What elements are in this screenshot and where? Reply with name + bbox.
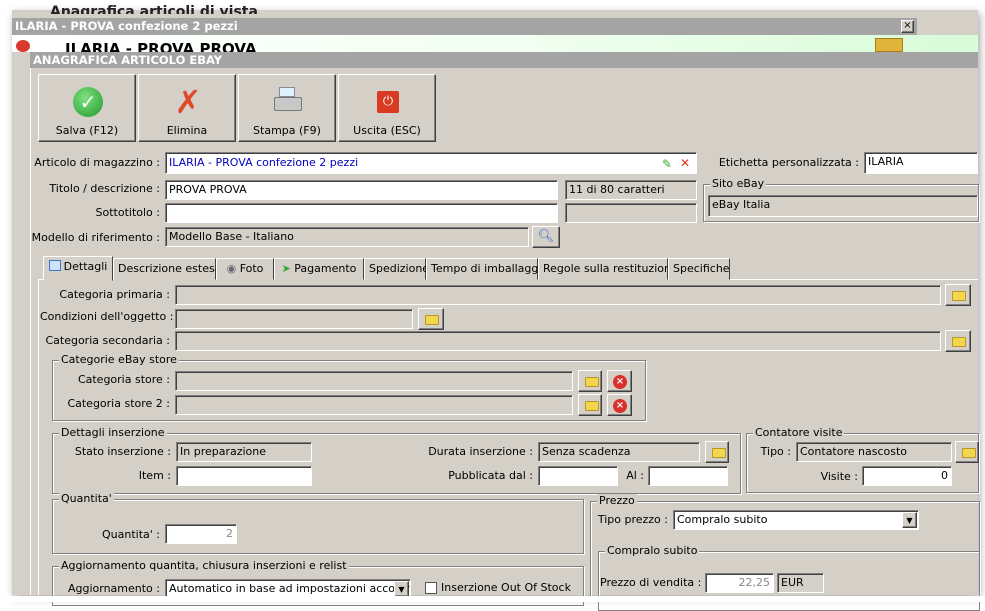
tipo-browse-button[interactable] [955,441,979,463]
folder-icon [712,448,726,458]
cat-secondaria-label: Categoria secondaria : [45,334,170,347]
titolo-counter: 11 di 80 caratteri [565,180,697,200]
pubblicata-input[interactable] [538,466,618,486]
cat-secondaria-field [175,331,941,351]
al-input[interactable] [648,466,728,486]
edit-pencil-icon[interactable]: ✎ [662,155,672,173]
pubblicata-label: Pubblicata dal : [448,469,533,482]
tab-foto[interactable]: ◉ Foto [216,258,274,280]
condizioni-field [175,309,413,329]
window-title: ANAGRAFICA ARTICOLO EBAY [33,53,223,67]
visite-input[interactable]: 0 [862,466,952,486]
durata-field: Senza scadenza [538,442,700,462]
search-icon: 🔍︎ [537,229,555,244]
window-titlebar: ANAGRAFICA ARTICOLO EBAY [30,52,978,68]
folder-icon [585,377,599,387]
chevron-down-icon[interactable]: ▼ [902,512,917,528]
folder-icon [952,337,966,347]
outer-window-title: ILARIA - PROVA confezione 2 pezzi [15,19,238,33]
etichetta-input[interactable]: ILARIA [864,152,978,174]
modello-label: Modello di riferimento : [31,231,160,244]
prezzo-vendita-label: Prezzo di vendita : [600,576,702,589]
condizioni-label: Condizioni dell'oggetto : [40,310,174,323]
cat-store-browse-button[interactable] [578,370,602,392]
durata-browse-button[interactable] [705,441,729,463]
valuta-field: EUR [777,573,824,593]
folder-icon [425,315,439,325]
strawberry-icon [16,40,30,52]
out-of-stock-checkbox[interactable] [425,582,437,594]
save-button[interactable]: ✓ Salva (F12) [38,74,136,142]
printer-icon [273,87,303,117]
tab-spedizione[interactable]: Spedizione [364,258,429,280]
cat-store-field [175,371,573,391]
bottom-edge [0,596,985,602]
cat-store-label: Categoria store : [77,373,170,386]
modello-field: Modello Base - Italiano [165,227,529,247]
checkmark-icon: ✓ [73,87,103,117]
power-icon: ⏻ [377,91,399,113]
chevron-down-icon[interactable]: ▼ [394,581,409,597]
sottotitolo-input[interactable] [165,203,558,223]
etichetta-label: Etichetta personalizzata : [718,156,859,169]
al-label: Al : [626,469,644,482]
tab-tempo-imballaggio[interactable]: Tempo di imballaggio [426,258,548,280]
remove-icon: × [613,375,627,389]
visite-label: Visite : [820,470,858,483]
stato-field: In preparazione [176,442,312,462]
delete-x-icon: ✗ [174,83,202,121]
item-input[interactable] [176,466,312,486]
tab-pagamento[interactable]: ➤ Pagamento [274,258,364,280]
cat-store2-clear-button[interactable]: × [607,394,632,416]
calendar-icon [48,260,61,271]
item-label: Item : [138,469,171,482]
tipo-prezzo-label: Tipo prezzo : [597,513,668,526]
cat-primaria-label: Categoria primaria : [59,288,170,301]
titolo-label: Titolo / descrizione : [49,182,160,195]
folder-icon [962,448,976,458]
outer-window-titlebar: ILARIA - PROVA confezione 2 pezzi [12,18,917,35]
durata-label: Durata inserzione : [428,445,533,458]
clear-x-icon[interactable]: ✕ [680,154,690,172]
cat-secondaria-browse-button[interactable] [945,330,971,352]
articolo-field[interactable]: ILARIA - PROVA confezione 2 pezzi ✎ ✕ [165,152,697,174]
camera-icon: ◉ [226,262,240,275]
articolo-label: Articolo di magazzino : [34,156,160,169]
cat-primaria-browse-button[interactable] [945,284,971,306]
tipo-field: Contatore nascosto [796,442,952,462]
cat-store-clear-button[interactable]: × [607,370,632,392]
cat-store2-field [175,395,573,415]
tab-regole-restituzione[interactable]: Regole sulla restituzione [538,258,678,280]
print-button[interactable]: Stampa (F9) [238,74,336,142]
back-window-title: Anagrafica articoli di vista [50,4,258,14]
payment-icon: ➤ [281,262,295,275]
folder-icon [585,401,599,411]
box-icon [875,38,903,52]
stato-label: Stato inserzione : [74,445,171,458]
exit-button[interactable]: ⏻ Uscita (ESC) [338,74,436,142]
tab-descrizione[interactable]: Descrizione estesa [113,258,221,280]
back-window-subtitle: ILARIA - PROVA PROVA [65,40,257,52]
sottotitolo-label: Sottotitolo : [95,206,160,219]
delete-button[interactable]: ✗ Elimina [138,74,236,142]
out-of-stock-label: Inserzione Out Of Stock [441,581,571,594]
prezzo-vendita-input[interactable]: 22,25 [705,573,774,593]
sottotitolo-counter [565,203,697,223]
quantita-input[interactable]: 2 [165,524,237,544]
tab-dettagli[interactable]: Dettagli [43,256,113,281]
cat-primaria-field [175,285,941,305]
tab-specifiche[interactable]: Specifiche [668,258,730,280]
remove-icon: × [613,399,627,413]
close-button[interactable]: × [901,20,914,33]
quantita-label: Quantita' : [102,528,160,541]
folder-icon [952,291,966,301]
cat-store2-browse-button[interactable] [578,394,602,416]
sito-ebay-field: eBay Italia [708,195,978,217]
search-button[interactable]: 🔍︎ [532,226,560,248]
condizioni-browse-button[interactable] [418,308,444,330]
cat-store2-label: Categoria store 2 : [67,397,170,410]
tipo-label: Tipo : [760,445,791,458]
tipo-prezzo-select[interactable]: Compralo subito ▼ [673,510,919,530]
titolo-input[interactable]: PROVA PROVA [165,180,558,200]
